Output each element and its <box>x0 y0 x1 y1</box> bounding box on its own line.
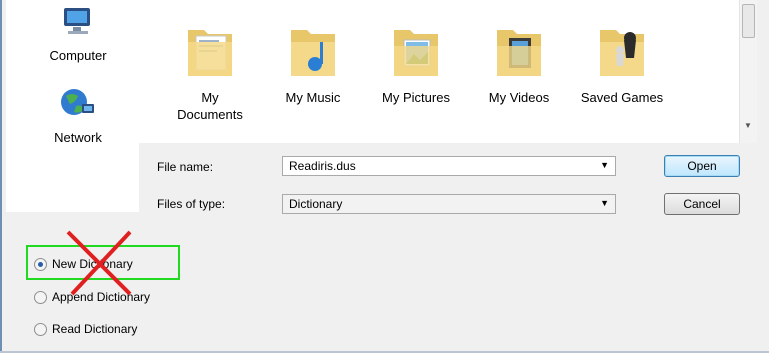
folder-label-line1: My Pictures <box>382 90 450 105</box>
file-type-label: Files of type: <box>157 197 226 211</box>
window-border <box>0 0 2 353</box>
folder-my-music[interactable]: My Music <box>268 20 358 106</box>
folder-my-pictures[interactable]: My Pictures <box>371 20 461 106</box>
folder-label-line1: My Videos <box>488 90 550 105</box>
chevron-down-icon[interactable]: ▼ <box>600 160 609 170</box>
open-button[interactable]: Open <box>664 155 740 177</box>
file-type-value: Dictionary <box>289 197 343 211</box>
folder-my-documents[interactable]: My Documents <box>165 20 255 123</box>
file-type-select[interactable]: Dictionary ▼ <box>282 194 616 214</box>
file-list-scrollbar[interactable]: ▼ <box>739 0 757 143</box>
folder-saved-games[interactable]: Saved Games <box>577 20 667 106</box>
radio-read-dictionary[interactable]: Read Dictionary <box>34 322 138 337</box>
radio-label: Read Dictionary <box>52 322 138 336</box>
folder-label-line1: My Music <box>285 90 341 105</box>
open-file-dialog: Computer Network My Documents My Music M… <box>0 0 769 353</box>
file-list-pane[interactable]: My Documents My Music My Pictures My Vid… <box>139 0 756 143</box>
folder-my-videos[interactable]: My Videos <box>474 20 564 106</box>
navigation-pane[interactable]: Computer Network <box>6 0 139 212</box>
videos-folder-icon <box>497 30 541 76</box>
pictures-folder-icon <box>394 30 438 76</box>
file-name-field[interactable]: Readiris.dus ▼ <box>282 156 616 176</box>
music-folder-icon <box>291 30 335 76</box>
scrollbar-thumb[interactable] <box>742 4 755 38</box>
folder-label-line1: My <box>201 90 219 105</box>
saved-games-folder-icon <box>600 30 644 76</box>
scroll-down-icon[interactable]: ▼ <box>744 121 752 130</box>
chevron-down-icon[interactable]: ▼ <box>600 198 609 208</box>
nav-item-label: Computer <box>49 48 107 63</box>
documents-folder-icon <box>188 30 232 76</box>
computer-icon <box>64 8 90 34</box>
nav-item-computer[interactable]: Computer <box>28 2 128 63</box>
cancel-button[interactable]: Cancel <box>664 193 740 215</box>
folder-label-line2: Documents <box>177 107 243 122</box>
file-name-value: Readiris.dus <box>289 159 356 173</box>
radio-button[interactable] <box>34 323 47 337</box>
nav-item-label: Network <box>54 130 102 145</box>
nav-item-network[interactable]: Network <box>28 84 128 145</box>
radio-button[interactable] <box>34 291 47 305</box>
network-icon <box>61 89 94 115</box>
folder-label-line1: Saved Games <box>580 90 664 105</box>
cross-mark-icon <box>66 230 132 296</box>
file-name-label: File name: <box>157 160 214 174</box>
